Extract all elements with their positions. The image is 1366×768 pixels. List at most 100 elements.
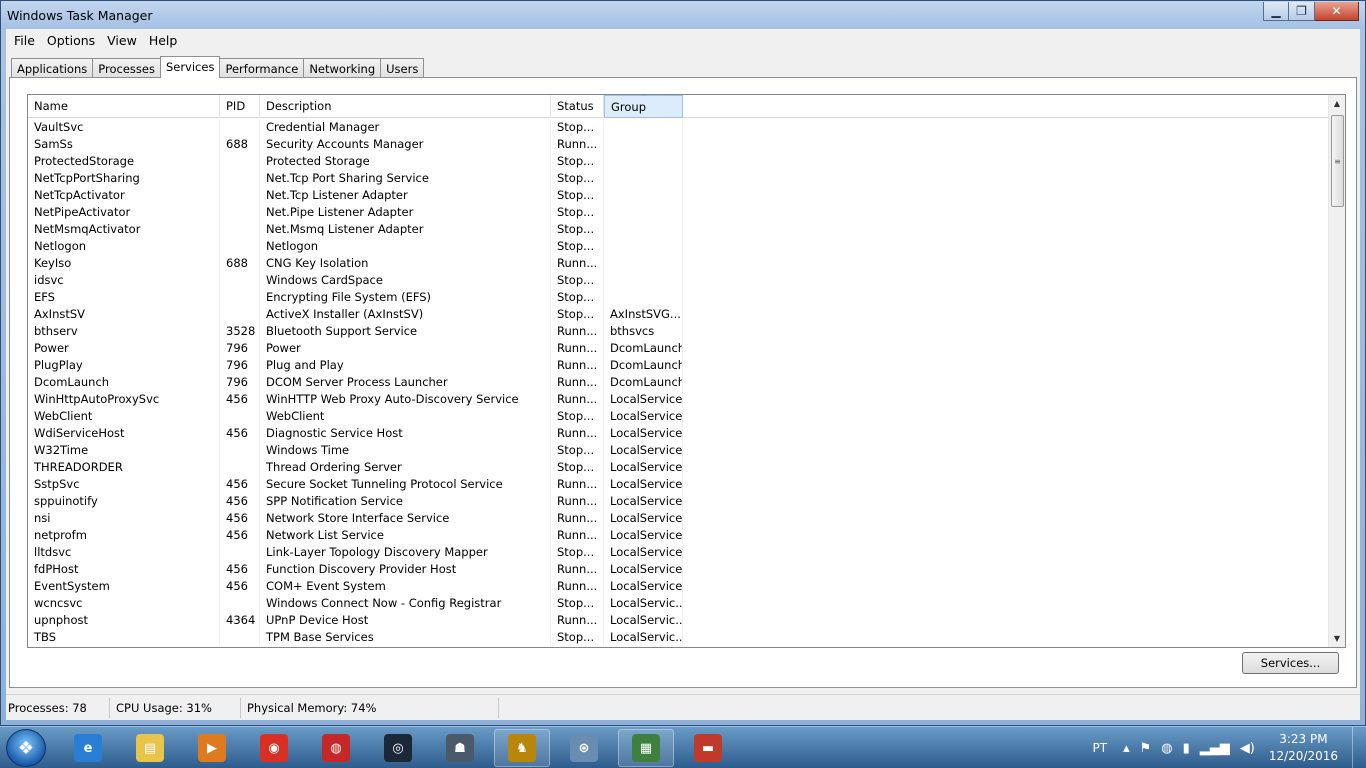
taskbar-button[interactable]: ♞ bbox=[494, 729, 550, 767]
table-row[interactable]: SamSs 688 Security Accounts Manager Runn... bbox=[28, 136, 1328, 153]
scroll-up-button[interactable]: ▲ bbox=[1329, 95, 1345, 112]
column-header-group[interactable]: ˆ Group bbox=[604, 95, 683, 118]
table-row[interactable]: Netlogon Netlogon Stop... bbox=[28, 238, 1328, 255]
taskbar-button[interactable]: ▤ bbox=[122, 729, 178, 767]
table-row[interactable]: NetTcpPortSharing Net.Tcp Port Sharing Se… bbox=[28, 170, 1328, 187]
scrollbar-thumb[interactable]: ≡ bbox=[1331, 115, 1344, 207]
services-list[interactable]: Name PID Description Status ˆ Group Vaul… bbox=[27, 94, 1346, 648]
restore-icon: ❐ bbox=[1296, 4, 1307, 18]
table-row[interactable]: VaultSvc Credential Manager Stop... bbox=[28, 119, 1328, 136]
column-header-description[interactable]: Description bbox=[260, 95, 551, 118]
column-header-pid[interactable]: PID bbox=[220, 95, 260, 118]
table-row[interactable]: netprofm 456 Network List Service Runn... Lo… bbox=[28, 527, 1328, 544]
cell-description: Net.Tcp Listener Adapter bbox=[260, 187, 551, 204]
cell-name: WinHttpAutoProxySvc bbox=[28, 391, 220, 408]
title-bar[interactable]: Windows Task Manager ▁ ❐ ✕ bbox=[1, 1, 1365, 29]
taskbar-button[interactable]: ☗ bbox=[432, 729, 488, 767]
table-row[interactable]: SstpSvc 456 Secure Socket Tunneling Protoc… bbox=[28, 476, 1328, 493]
action-center-flag-icon[interactable]: ⚑ bbox=[1140, 741, 1152, 756]
table-row[interactable]: idsvc Windows CardSpace Stop... bbox=[28, 272, 1328, 289]
cell-name: VaultSvc bbox=[28, 119, 220, 136]
vertical-scrollbar[interactable]: ▲ ≡ ▼ bbox=[1328, 95, 1345, 647]
menu-file[interactable]: File bbox=[8, 31, 41, 50]
show-hidden-icons-icon[interactable]: ▴ bbox=[1123, 741, 1130, 756]
table-row[interactable]: EFS Encrypting File System (EFS) Stop... bbox=[28, 289, 1328, 306]
tab-performance[interactable]: Performance bbox=[219, 58, 305, 78]
table-row[interactable]: PlugPlay 796 Plug and Play Runn... DcomLaunc… bbox=[28, 357, 1328, 374]
table-row[interactable]: EventSystem 456 COM+ Event System Runn... Lo… bbox=[28, 578, 1328, 595]
scroll-down-button[interactable]: ▼ bbox=[1329, 630, 1345, 647]
table-row[interactable]: WebClient WebClient Stop... LocalService bbox=[28, 408, 1328, 425]
table-row[interactable]: Power 796 Power Runn... DcomLaunch bbox=[28, 340, 1328, 357]
table-row[interactable]: ProtectedStorage Protected Storage Stop... bbox=[28, 153, 1328, 170]
table-row[interactable]: upnphost 4364 UPnP Device Host Runn... Local… bbox=[28, 612, 1328, 629]
table-row[interactable]: AxInstSV ActiveX Installer (AxInstSV) Stop… bbox=[28, 306, 1328, 323]
table-row[interactable]: NetTcpActivator Net.Tcp Listener Adapter S… bbox=[28, 187, 1328, 204]
table-row[interactable]: WinHttpAutoProxySvc 456 WinHTTP Web Proxy … bbox=[28, 391, 1328, 408]
tab-applications[interactable]: Applications bbox=[11, 58, 94, 78]
cell-name: upnphost bbox=[28, 612, 220, 629]
taskbar-button[interactable]: ▬ bbox=[680, 729, 736, 767]
menu-options[interactable]: Options bbox=[41, 31, 101, 50]
taskbar-button[interactable]: ⊛ bbox=[556, 729, 612, 767]
table-row[interactable]: TBS TPM Base Services Stop... LocalServic..… bbox=[28, 629, 1328, 646]
table-row[interactable]: THREADORDER Thread Ordering Server Stop...… bbox=[28, 459, 1328, 476]
cell-group bbox=[604, 272, 683, 289]
clock[interactable]: 3:23 PM 12/20/2016 bbox=[1269, 731, 1338, 765]
cell-pid bbox=[220, 442, 260, 459]
start-button[interactable]: ❖ bbox=[6, 729, 46, 767]
taskbar-button[interactable]: e bbox=[60, 729, 116, 767]
table-row[interactable]: KeyIso 688 CNG Key Isolation Runn... bbox=[28, 255, 1328, 272]
cell-status: Runn... bbox=[551, 578, 604, 595]
menu-help[interactable]: Help bbox=[143, 31, 184, 50]
network-signal-icon[interactable]: ▂▄▆ bbox=[1200, 741, 1230, 756]
table-row[interactable]: DcomLaunch 796 DCOM Server Process Launche… bbox=[28, 374, 1328, 391]
removable-device-icon[interactable]: ▮ bbox=[1183, 741, 1190, 756]
table-row[interactable]: fdPHost 456 Function Discovery Provider Ho… bbox=[28, 561, 1328, 578]
tab-processes[interactable]: Processes bbox=[92, 58, 161, 78]
table-row[interactable]: W32Time Windows Time Stop... LocalService bbox=[28, 442, 1328, 459]
cell-name: DcomLaunch bbox=[28, 374, 220, 391]
tab-users[interactable]: Users bbox=[380, 58, 425, 78]
grip-icon: ≡ bbox=[1334, 156, 1341, 166]
table-row[interactable]: wcncsvc Windows Connect Now - Config Regi… bbox=[28, 595, 1328, 612]
cell-status: Stop... bbox=[551, 459, 604, 476]
table-row[interactable]: sppuinotify 456 SPP Notification Service Ru… bbox=[28, 493, 1328, 510]
column-header-status[interactable]: Status bbox=[551, 95, 604, 118]
maximize-button[interactable]: ❐ bbox=[1289, 2, 1315, 21]
cell-pid: 456 bbox=[220, 527, 260, 544]
close-button[interactable]: ✕ bbox=[1315, 2, 1359, 21]
cell-name: nsi bbox=[28, 510, 220, 527]
list-body: VaultSvc Credential Manager Stop... SamSs 68… bbox=[28, 119, 1328, 646]
column-header-name[interactable]: Name bbox=[28, 95, 220, 118]
table-row[interactable]: lltdsvc Link-Layer Topology Discovery Map… bbox=[28, 544, 1328, 561]
cell-description: Protected Storage bbox=[260, 153, 551, 170]
minimize-button[interactable]: ▁ bbox=[1263, 2, 1289, 21]
taskbar-button[interactable]: ◍ bbox=[308, 729, 364, 767]
cell-name: NetTcpActivator bbox=[28, 187, 220, 204]
volume-icon[interactable]: ◀) bbox=[1240, 741, 1255, 756]
language-indicator[interactable]: PT bbox=[1092, 741, 1107, 755]
cell-pid bbox=[220, 119, 260, 136]
globe-app-icon: ◍ bbox=[322, 734, 350, 762]
taskbar-button[interactable]: ▶ bbox=[184, 729, 240, 767]
tab-services[interactable]: Services bbox=[159, 56, 221, 78]
antivirus-icon[interactable]: ◍ bbox=[1161, 741, 1172, 756]
table-row[interactable]: bthserv 3528 Bluetooth Support Service Runn… bbox=[28, 323, 1328, 340]
menu-view[interactable]: View bbox=[101, 31, 143, 50]
table-row[interactable]: WdiServiceHost 456 Diagnostic Service Host… bbox=[28, 425, 1328, 442]
taskbar-button[interactable]: ◎ bbox=[370, 729, 426, 767]
services-button[interactable]: Services... bbox=[1242, 652, 1339, 674]
cell-description: ActiveX Installer (AxInstSV) bbox=[260, 306, 551, 323]
taskbar-button[interactable]: ▦ bbox=[618, 729, 674, 767]
taskbar-button[interactable]: ◉ bbox=[246, 729, 302, 767]
cell-pid bbox=[220, 238, 260, 255]
table-row[interactable]: NetMsmqActivator Net.Msmq Listener Adapte… bbox=[28, 221, 1328, 238]
tab-networking[interactable]: Networking bbox=[303, 58, 382, 78]
cell-status: Runn... bbox=[551, 255, 604, 272]
table-row[interactable]: nsi 456 Network Store Interface Service Run… bbox=[28, 510, 1328, 527]
cell-name: TBS bbox=[28, 629, 220, 646]
cell-description: TPM Base Services bbox=[260, 629, 551, 646]
show-desktop-button[interactable] bbox=[1352, 727, 1366, 768]
table-row[interactable]: NetPipeActivator Net.Pipe Listener Adapte… bbox=[28, 204, 1328, 221]
